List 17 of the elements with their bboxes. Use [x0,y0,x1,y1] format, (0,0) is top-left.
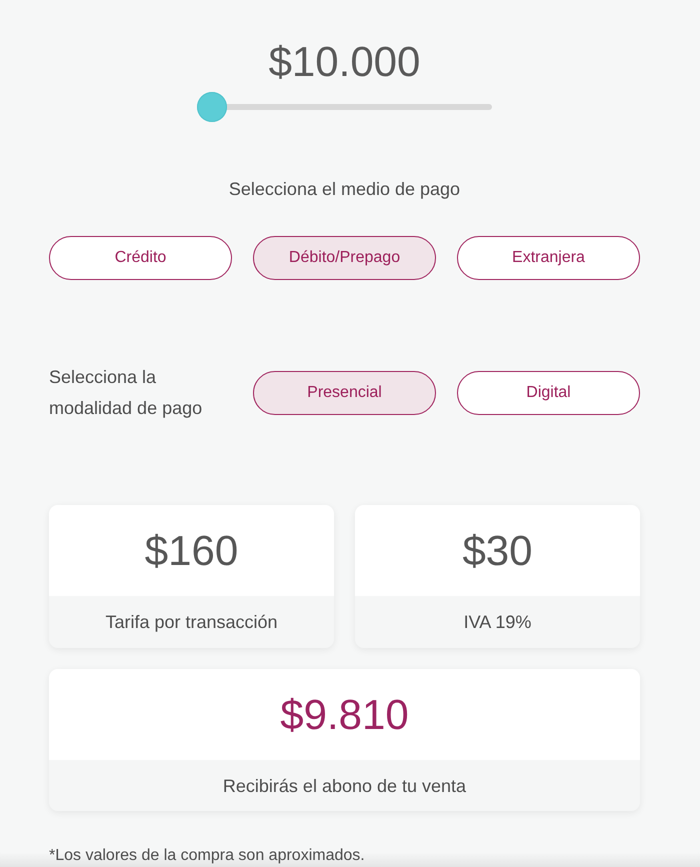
total-amount: $9.810 [280,690,409,740]
payment-method-option[interactable]: Débito/Prepago [253,236,436,280]
section-label: Selecciona el medio de pago [228,178,462,201]
summary-label: IVA 19% [464,611,532,634]
payment-mode-option[interactable]: Presencial [253,371,436,415]
section-label: Selecciona la modalidad de pago [49,366,204,420]
payment-method-option[interactable]: Extranjera [457,236,640,280]
footnote: *Los valores de la compra son aproximados. [49,846,366,866]
slider-track[interactable] [197,92,492,122]
slider-thumb[interactable] [197,92,227,122]
summary-label: Tarifa por transacción [105,611,278,634]
amount-value: $10.000 [268,37,422,87]
payment-mode-option[interactable]: Digital [457,371,640,415]
payment-method-option[interactable]: Crédito [49,236,232,280]
summary-amount: $30 [462,526,533,576]
summary-amount: $160 [144,526,238,576]
total-label: Recibirás el abono de tu venta [222,774,466,798]
